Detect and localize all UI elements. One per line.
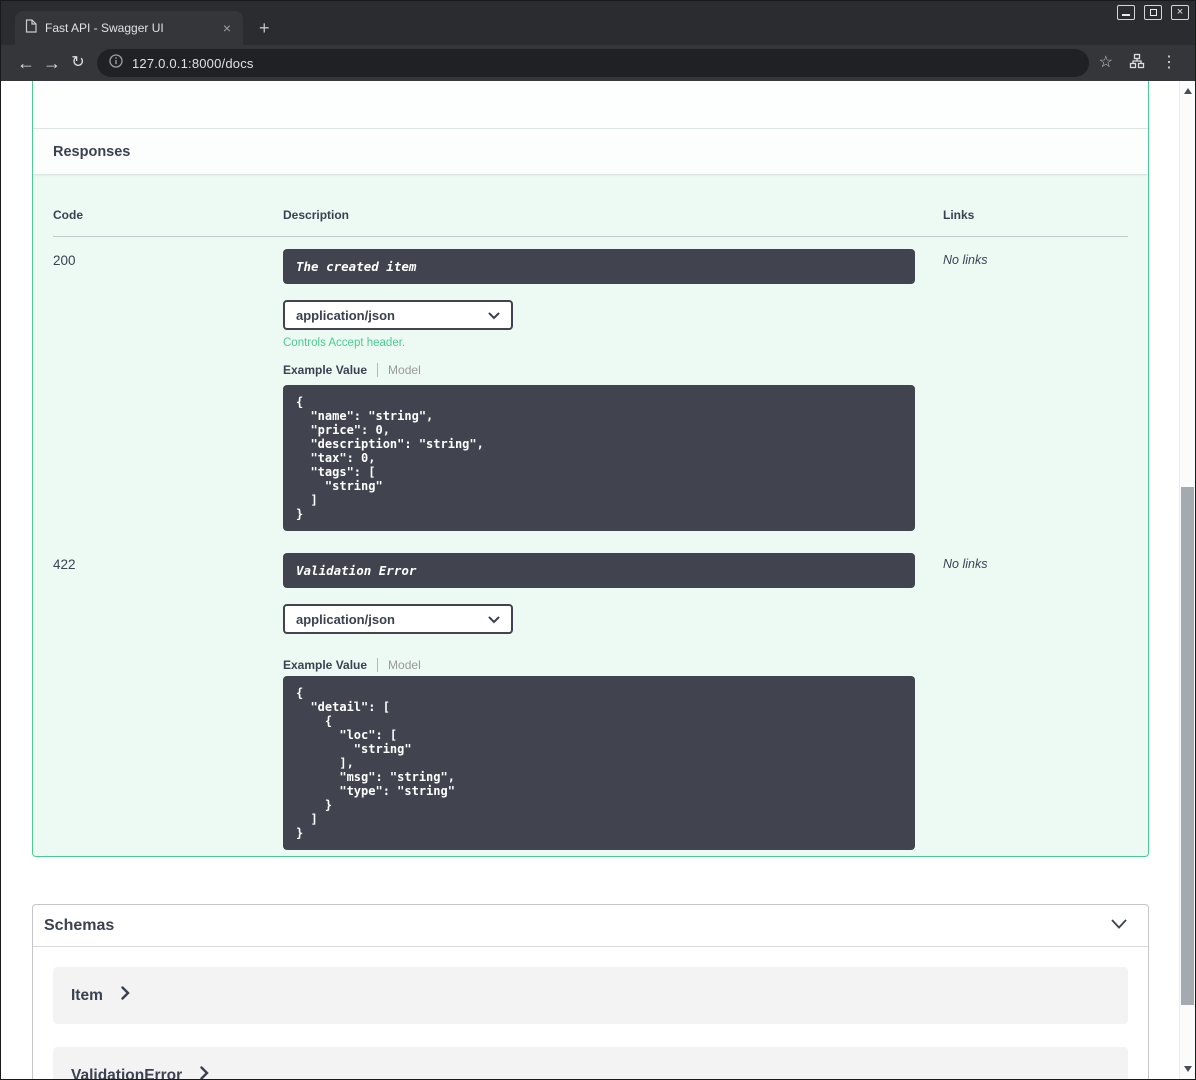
schemas-title: Schemas bbox=[44, 916, 115, 934]
response-description-cell: Validation Error application/json Exampl… bbox=[283, 553, 915, 850]
chevron-down-icon[interactable] bbox=[1110, 917, 1128, 935]
models-list: Item ValidationError bbox=[33, 947, 1148, 1079]
minimize-button[interactable] bbox=[1117, 5, 1135, 20]
media-type-value: application/json bbox=[296, 611, 395, 627]
tab-strip: Fast API - Swagger UI × + × bbox=[1, 1, 1195, 45]
sitemap-icon[interactable] bbox=[1129, 53, 1145, 74]
vertical-scrollbar[interactable] bbox=[1179, 81, 1195, 1079]
tab-model[interactable]: Model bbox=[388, 658, 421, 672]
tab-close-icon[interactable]: × bbox=[221, 21, 233, 35]
model-name: ValidationError bbox=[71, 1066, 183, 1080]
media-type-value: application/json bbox=[296, 307, 395, 323]
tab-model[interactable]: Model bbox=[388, 363, 421, 377]
responses-table-head: Code Description Links bbox=[53, 198, 1128, 237]
responses-table: Code Description Links 200 The created i… bbox=[33, 174, 1148, 856]
page-content: Responses Code Description Links 200 The… bbox=[1, 81, 1195, 1079]
controls-accept-note: Controls Accept header. bbox=[283, 337, 406, 349]
tab-example-value[interactable]: Example Value bbox=[283, 658, 367, 672]
schemas-header[interactable]: Schemas bbox=[33, 905, 1148, 947]
response-description: Validation Error bbox=[283, 553, 915, 588]
tab-title: Fast API - Swagger UI bbox=[45, 21, 164, 35]
bookmark-star-icon[interactable]: ☆ bbox=[1099, 55, 1113, 71]
example-model-tabs: Example Value Model bbox=[283, 658, 915, 672]
back-icon[interactable]: ← bbox=[13, 54, 39, 72]
response-links: No links bbox=[943, 557, 988, 571]
col-header-links: Links bbox=[943, 208, 975, 222]
new-tab-button[interactable]: + bbox=[259, 19, 270, 37]
response-code: 422 bbox=[53, 557, 76, 572]
col-header-code: Code bbox=[53, 208, 83, 222]
chevron-right-icon bbox=[121, 986, 130, 1005]
opblock-responses-panel: Responses Code Description Links 200 The… bbox=[32, 81, 1149, 857]
address-bar[interactable]: 127.0.0.1:8000/docs bbox=[97, 49, 1089, 77]
browser-window: Fast API - Swagger UI × + × ← → ↻ 127.0.… bbox=[0, 0, 1196, 1080]
example-json-422: { "detail": [ { "loc": [ "string" ], "ms… bbox=[283, 676, 915, 850]
forward-icon[interactable]: → bbox=[39, 54, 65, 72]
chevron-down-icon bbox=[488, 308, 500, 323]
media-type-select[interactable]: application/json bbox=[283, 604, 513, 634]
response-links: No links bbox=[943, 253, 988, 267]
responses-title: Responses bbox=[53, 143, 131, 160]
example-json-200: { "name": "string", "price": 0, "descrip… bbox=[283, 385, 915, 531]
toolbar-right-group: ☆ ⋮ bbox=[1099, 53, 1183, 74]
url-text: 127.0.0.1:8000/docs bbox=[132, 55, 254, 71]
responses-section-header: Responses bbox=[33, 129, 1148, 174]
chevron-right-icon bbox=[200, 1066, 209, 1079]
model-row-validationerror[interactable]: ValidationError bbox=[53, 1047, 1128, 1079]
tab-divider bbox=[377, 658, 379, 672]
model-name: Item bbox=[71, 986, 103, 1004]
response-description-cell: The created item application/json Contro… bbox=[283, 249, 915, 531]
reload-icon[interactable]: ↻ bbox=[65, 55, 91, 71]
response-code: 200 bbox=[53, 253, 76, 268]
scroll-up-icon[interactable] bbox=[1180, 83, 1195, 99]
col-header-description: Description bbox=[283, 208, 350, 222]
site-info-icon[interactable] bbox=[109, 53, 123, 73]
maximize-button[interactable] bbox=[1144, 5, 1162, 20]
window-controls: × bbox=[1117, 5, 1189, 20]
close-button[interactable]: × bbox=[1171, 5, 1189, 20]
model-row-item[interactable]: Item bbox=[53, 967, 1128, 1024]
opblock-upper-area bbox=[33, 81, 1148, 129]
example-model-tabs: Example Value Model bbox=[283, 363, 915, 377]
response-row-200: 200 The created item application/json Co… bbox=[53, 237, 1128, 531]
chevron-down-icon bbox=[488, 612, 500, 627]
tab-example-value[interactable]: Example Value bbox=[283, 363, 367, 377]
media-type-select[interactable]: application/json bbox=[283, 300, 513, 330]
scrollbar-thumb[interactable] bbox=[1181, 487, 1194, 1005]
page-favicon-icon bbox=[25, 18, 37, 38]
schemas-section: Schemas Item ValidationError bbox=[32, 904, 1149, 1079]
scroll-down-icon[interactable] bbox=[1180, 1061, 1195, 1077]
tab-divider bbox=[377, 363, 379, 377]
browser-toolbar: ← → ↻ 127.0.0.1:8000/docs ☆ ⋮ bbox=[1, 45, 1195, 81]
response-description: The created item bbox=[283, 249, 915, 284]
menu-kebab-icon[interactable]: ⋮ bbox=[1161, 55, 1177, 71]
response-row-422: 422 Validation Error application/json Ex… bbox=[53, 541, 1128, 850]
browser-tab[interactable]: Fast API - Swagger UI × bbox=[15, 11, 243, 45]
